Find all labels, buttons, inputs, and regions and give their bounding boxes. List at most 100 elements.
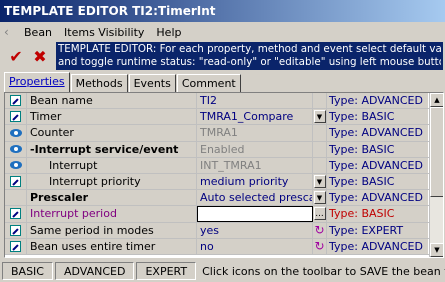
property-type: Type: ADVANCED xyxy=(327,190,428,206)
chevron-down-icon[interactable]: ▼ xyxy=(313,191,326,205)
reset-icon[interactable]: ↻ xyxy=(314,240,324,252)
back-arrow-icon[interactable]: ‹ xyxy=(4,25,18,39)
property-row[interactable]: Interrupt period... Type: BASIC xyxy=(5,206,443,223)
value-control-cell xyxy=(313,141,327,157)
property-row[interactable]: -Interrupt service/event Enabled Type: BAS… xyxy=(5,141,443,158)
status-message: Click icons on the toolbar to SAVE the b… xyxy=(202,264,445,278)
status-cell[interactable] xyxy=(5,141,27,157)
edit-icon[interactable] xyxy=(10,208,21,220)
status-cell[interactable] xyxy=(5,125,27,141)
property-name: Interrupt xyxy=(27,157,197,173)
tab-properties[interactable]: Properties xyxy=(4,72,70,92)
scroll-thumb[interactable] xyxy=(430,107,443,197)
status-cell[interactable] xyxy=(5,206,27,222)
status-cell[interactable] xyxy=(5,109,27,125)
eye-icon[interactable] xyxy=(9,128,22,137)
status-cell[interactable] xyxy=(5,93,27,109)
property-value[interactable]: TI2 xyxy=(197,93,313,109)
value-control-cell: ↻ xyxy=(313,222,327,238)
property-type: Type: ADVANCED xyxy=(327,93,428,109)
status-cell[interactable] xyxy=(5,222,27,238)
tab-strip: Properties Methods Events Comment xyxy=(4,72,242,92)
info-panel: TEMPLATE EDITOR: For each property, meth… xyxy=(56,42,443,70)
window-title: TEMPLATE EDITOR TI2:TimerInt xyxy=(0,0,445,22)
tab-events[interactable]: Events xyxy=(128,74,176,92)
tab-comment[interactable]: Comment xyxy=(176,74,241,92)
property-name: Timer xyxy=(27,109,197,125)
eye-icon[interactable] xyxy=(9,161,22,170)
chevron-down-icon[interactable]: ▼ xyxy=(313,175,326,189)
property-type: Type: ADVANCED xyxy=(327,125,428,141)
expert-button[interactable]: EXPERT xyxy=(136,262,197,280)
value-control-cell: ... xyxy=(313,206,327,222)
status-cell[interactable] xyxy=(5,190,27,206)
property-value[interactable]: TMRA1_Compare xyxy=(197,109,313,125)
property-type: Type: ADVANCED xyxy=(327,238,428,254)
checkmark-icon[interactable]: ✔ xyxy=(6,45,26,67)
property-type: Type: BASIC xyxy=(327,109,428,125)
property-row[interactable]: Timer TMRA1_Compare ▼ Type: BASIC xyxy=(5,109,443,126)
property-value[interactable]: medium priority xyxy=(197,173,313,190)
status-cell[interactable] xyxy=(5,238,27,254)
close-icon[interactable]: ✖ xyxy=(30,45,50,67)
value-control-cell: ↻ xyxy=(313,238,327,254)
property-value[interactable]: no xyxy=(197,238,313,254)
value-control-cell: ▼ xyxy=(313,190,327,206)
property-row[interactable]: Interrupt priority medium priority ▼ Type: … xyxy=(5,173,443,191)
property-row[interactable]: Interrupt INT_TMRA1 Type: ADVANCED xyxy=(5,157,443,174)
property-row[interactable]: Prescaler Auto selected presca ▼ Type: ADVA… xyxy=(5,190,443,207)
property-row[interactable]: Bean name TI2 Type: ADVANCED xyxy=(5,93,443,110)
property-value[interactable]: yes xyxy=(197,222,313,238)
info-line-1: TEMPLATE EDITOR: For each property, meth… xyxy=(58,43,441,55)
eye-icon[interactable] xyxy=(9,145,22,154)
menu-bar: ‹ Bean Items Visibility Help xyxy=(0,22,445,42)
value-control-cell: ▼ xyxy=(313,173,327,190)
menu-help[interactable]: Help xyxy=(150,26,187,39)
property-type: Type: EXPERT xyxy=(327,222,428,238)
property-value[interactable]: TMRA1 xyxy=(197,125,313,141)
vertical-scrollbar[interactable]: ▲ ▼ xyxy=(429,93,443,257)
status-cell[interactable] xyxy=(5,173,27,190)
info-line-2: and toggle runtime status: "read-only" o… xyxy=(58,56,441,68)
property-name: Prescaler xyxy=(27,190,197,206)
status-cell[interactable] xyxy=(5,157,27,173)
edit-icon[interactable] xyxy=(10,240,21,252)
menu-bean[interactable]: Bean xyxy=(18,26,58,39)
basic-button[interactable]: BASIC xyxy=(2,262,53,280)
reset-icon[interactable]: ↻ xyxy=(314,224,324,236)
scroll-up-icon[interactable]: ▲ xyxy=(430,93,443,107)
edit-icon[interactable] xyxy=(10,95,21,107)
property-value[interactable] xyxy=(197,206,313,222)
property-value[interactable]: INT_TMRA1 xyxy=(197,157,313,173)
toolbar: ✔ ✖ TEMPLATE EDITOR: For each property, … xyxy=(0,42,445,70)
property-name: Interrupt priority xyxy=(27,173,197,190)
menu-items-visibility[interactable]: Items Visibility xyxy=(58,26,150,39)
property-type: Type: BASIC xyxy=(327,206,428,222)
advanced-button[interactable]: ADVANCED xyxy=(54,262,135,280)
property-row[interactable]: Counter TMRA1 Type: ADVANCED xyxy=(5,125,443,142)
property-type: Type: ADVANCED xyxy=(327,157,428,173)
property-row[interactable]: Bean uses entire timer no ↻ Type: ADVANCED xyxy=(5,238,443,255)
status-bar: BASIC ADVANCED EXPERT Click icons on the… xyxy=(0,260,445,282)
edit-icon[interactable] xyxy=(10,224,21,236)
tab-methods[interactable]: Methods xyxy=(70,74,128,92)
value-control-cell xyxy=(313,157,327,173)
property-name: Same period in modes xyxy=(27,222,197,238)
property-value[interactable]: Auto selected presca xyxy=(197,190,313,206)
property-type: Type: BASIC xyxy=(327,141,428,157)
property-name: -Interrupt service/event xyxy=(27,141,197,157)
property-name: Counter xyxy=(27,125,197,141)
edit-icon[interactable] xyxy=(10,111,21,123)
scroll-down-icon[interactable]: ▼ xyxy=(430,243,443,257)
value-control-cell xyxy=(313,93,327,109)
value-control-cell: ▼ xyxy=(313,109,327,125)
property-value[interactable]: Enabled xyxy=(197,141,313,157)
ellipsis-button[interactable]: ... xyxy=(313,207,326,221)
edit-icon[interactable] xyxy=(10,176,21,188)
property-rows: Bean name TI2 Type: ADVANCED Timer TMRA1_Com… xyxy=(5,93,443,255)
chevron-down-icon[interactable]: ▼ xyxy=(313,110,326,124)
value-control-cell xyxy=(313,125,327,141)
property-type: Type: BASIC xyxy=(327,173,428,190)
property-row[interactable]: Same period in modes yes ↻ Type: EXPERT xyxy=(5,222,443,239)
property-grid: Bean name TI2 Type: ADVANCED Timer TMRA1_Com… xyxy=(4,92,444,258)
